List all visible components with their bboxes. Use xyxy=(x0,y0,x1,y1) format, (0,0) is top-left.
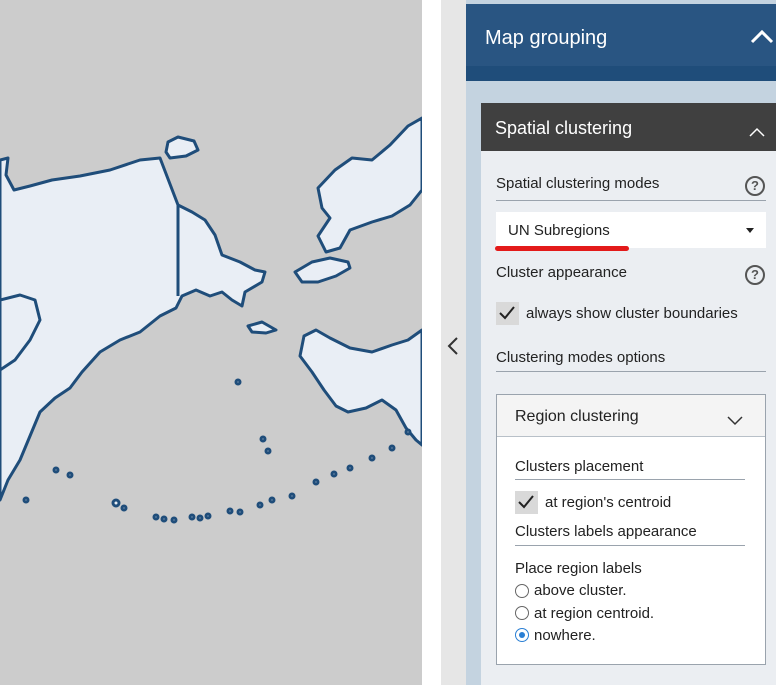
clusters-placement-label: Clusters placement xyxy=(515,458,644,475)
panel-title: Map grouping xyxy=(485,27,608,49)
panel-header[interactable]: Map grouping xyxy=(466,4,776,66)
help-icon[interactable]: ? xyxy=(745,265,765,285)
map-canvas[interactable] xyxy=(0,0,422,685)
panel-collapse-strip[interactable] xyxy=(441,0,466,685)
section-title: Spatial clustering xyxy=(495,118,633,138)
radio-nowhere[interactable] xyxy=(515,628,529,642)
boundaries-checkbox[interactable] xyxy=(496,302,519,325)
centroid-label: at region's centroid xyxy=(545,494,672,511)
section-header[interactable]: Spatial clustering xyxy=(481,103,776,151)
region-clustering-header[interactable]: Region clustering xyxy=(497,395,765,437)
radio-above-cluster[interactable] xyxy=(515,584,529,598)
chevron-up-icon[interactable] xyxy=(749,124,765,142)
panel-header-bar xyxy=(466,66,776,81)
divider xyxy=(496,200,766,201)
spatial-clustering-section: Spatial clustering Spatial clustering mo… xyxy=(481,103,776,685)
help-icon[interactable]: ? xyxy=(745,176,765,196)
chevron-left-icon[interactable] xyxy=(446,336,460,361)
boundaries-label: always show cluster boundaries xyxy=(526,305,738,322)
chevron-up-icon[interactable] xyxy=(750,28,774,49)
divider xyxy=(515,545,745,546)
chevron-down-icon[interactable] xyxy=(727,413,743,431)
region-clustering-title: Region clustering xyxy=(515,408,639,425)
map-grouping-panel: Map grouping Spatial clustering Spatial … xyxy=(466,0,776,685)
radio-at-centroid[interactable] xyxy=(515,606,529,620)
red-highlight-mark xyxy=(495,246,629,251)
clustering-options-label: Clustering modes options xyxy=(496,349,666,366)
labels-appearance-label: Clusters labels appearance xyxy=(515,523,697,540)
centroid-checkbox[interactable] xyxy=(515,491,538,514)
radio-label-centroid: at region centroid. xyxy=(534,605,655,622)
radio-label-above: above cluster. xyxy=(534,582,627,599)
radio-label-nowhere: nowhere. xyxy=(534,627,596,644)
map-panel-divider xyxy=(422,0,441,685)
place-labels-heading: Place region labels xyxy=(515,560,642,577)
clustering-modes-label: Spatial clustering modes xyxy=(496,175,660,192)
cluster-appearance-label: Cluster appearance xyxy=(496,264,627,281)
divider xyxy=(515,479,745,480)
clustering-mode-select[interactable]: UN Subregions xyxy=(496,212,766,248)
region-clustering-box: Region clustering Clusters placement at … xyxy=(496,394,766,665)
select-value: UN Subregions xyxy=(508,222,610,239)
caret-down-icon xyxy=(746,228,754,233)
divider xyxy=(496,371,766,372)
map-land-shapes xyxy=(0,116,422,524)
